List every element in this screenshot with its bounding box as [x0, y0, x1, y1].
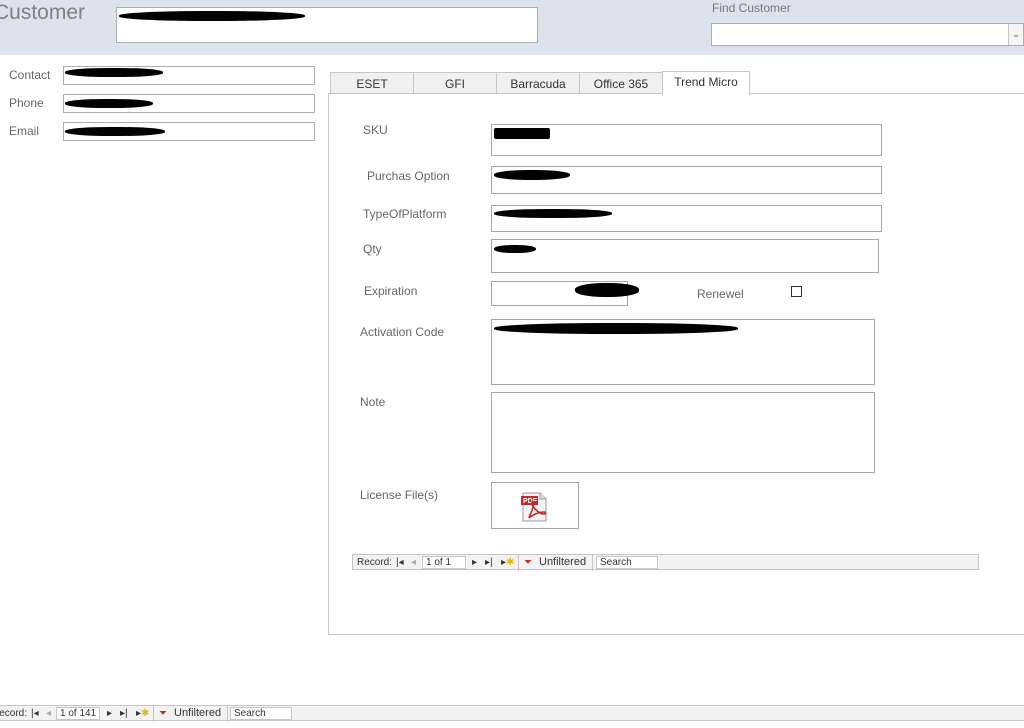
redaction	[494, 323, 738, 334]
search-input[interactable]: Search	[596, 556, 658, 569]
purchase-option-label: Purchas Option	[367, 169, 450, 183]
new-record-icon[interactable]: ▸✱	[501, 556, 514, 569]
platform-label: TypeOfPlatform	[363, 207, 447, 221]
form-title: Customer	[0, 1, 86, 24]
sku-field[interactable]	[491, 124, 882, 156]
tab-gfi[interactable]: GFI	[413, 72, 497, 94]
first-record-icon[interactable]: |◂	[31, 707, 39, 720]
purchase-option-field[interactable]	[491, 166, 882, 194]
chevron-down-icon[interactable]: ⌄	[1008, 24, 1023, 45]
filter-icon[interactable]: ⏷	[159, 707, 167, 720]
note-field[interactable]	[491, 392, 875, 473]
redaction	[494, 245, 536, 253]
first-record-icon[interactable]: |◂	[396, 556, 404, 569]
svg-text:PDF: PDF	[523, 498, 538, 505]
redaction	[494, 128, 550, 139]
qty-field[interactable]	[491, 239, 879, 273]
expiration-label: Expiration	[364, 284, 418, 298]
pdf-file-icon: PDF	[521, 492, 547, 522]
redaction	[575, 283, 639, 297]
platform-field[interactable]	[491, 205, 882, 232]
qty-label: Qty	[363, 242, 382, 256]
tab-trend-micro[interactable]: Trend Micro	[662, 71, 750, 95]
tab-office-365[interactable]: Office 365	[579, 72, 663, 94]
redaction	[65, 99, 153, 108]
activation-code-label: Activation Code	[360, 325, 445, 339]
tab-eset[interactable]: ESET	[330, 72, 414, 94]
activation-code-field[interactable]	[491, 319, 875, 385]
filter-icon[interactable]: ⏷	[524, 556, 532, 569]
previous-record-icon[interactable]: ◂	[46, 707, 51, 720]
email-field[interactable]	[63, 122, 315, 141]
filter-status[interactable]: Unfiltered	[539, 556, 586, 569]
last-record-icon[interactable]: ▸|	[120, 707, 128, 720]
note-label: Note	[360, 395, 386, 409]
find-customer-combo[interactable]: ⌄	[711, 23, 1024, 46]
search-input[interactable]: Search	[230, 707, 292, 720]
contact-label: Contact	[9, 68, 51, 82]
customer-name-field[interactable]	[116, 7, 538, 43]
expiration-field[interactable]	[491, 281, 639, 306]
last-record-icon[interactable]: ▸|	[485, 556, 493, 569]
record-label: Record:	[357, 557, 393, 568]
previous-record-icon[interactable]: ◂	[411, 556, 416, 569]
phone-label: Phone	[9, 96, 44, 110]
next-record-icon[interactable]: ▸	[107, 707, 112, 720]
filter-status[interactable]: Unfiltered	[174, 707, 221, 720]
current-record-box[interactable]: 1 of 1	[422, 556, 466, 569]
redaction	[494, 170, 570, 180]
next-record-icon[interactable]: ▸	[472, 556, 477, 569]
tab-barracuda[interactable]: Barracuda	[496, 72, 580, 94]
current-record-box[interactable]: 1 of 141	[56, 707, 100, 720]
sku-label: SKU	[363, 123, 388, 137]
renewal-checkbox[interactable]	[791, 286, 802, 297]
renewal-label: Renewel	[697, 287, 744, 301]
contact-field[interactable]	[63, 66, 315, 85]
email-label: Email	[9, 124, 40, 138]
record-label: Record:	[0, 708, 28, 719]
redaction	[65, 127, 165, 136]
main-record-navigation: Record: |◂ ◂ 1 of 141 ▸ ▸| ▸✱ ⏷ Unfilter…	[0, 705, 1024, 722]
subform-record-navigation: Record: |◂ ◂ 1 of 1 ▸ ▸| ▸✱ ⏷ Unfiltered…	[352, 554, 979, 571]
redaction	[65, 68, 163, 77]
license-files-label: License File(s)	[360, 488, 439, 502]
redaction	[119, 11, 305, 21]
redaction	[494, 209, 612, 218]
license-files-attachment[interactable]: PDF	[491, 482, 579, 529]
find-customer-label: Find Customer	[712, 1, 791, 15]
phone-field[interactable]	[63, 94, 315, 113]
new-record-icon[interactable]: ▸✱	[136, 707, 149, 720]
